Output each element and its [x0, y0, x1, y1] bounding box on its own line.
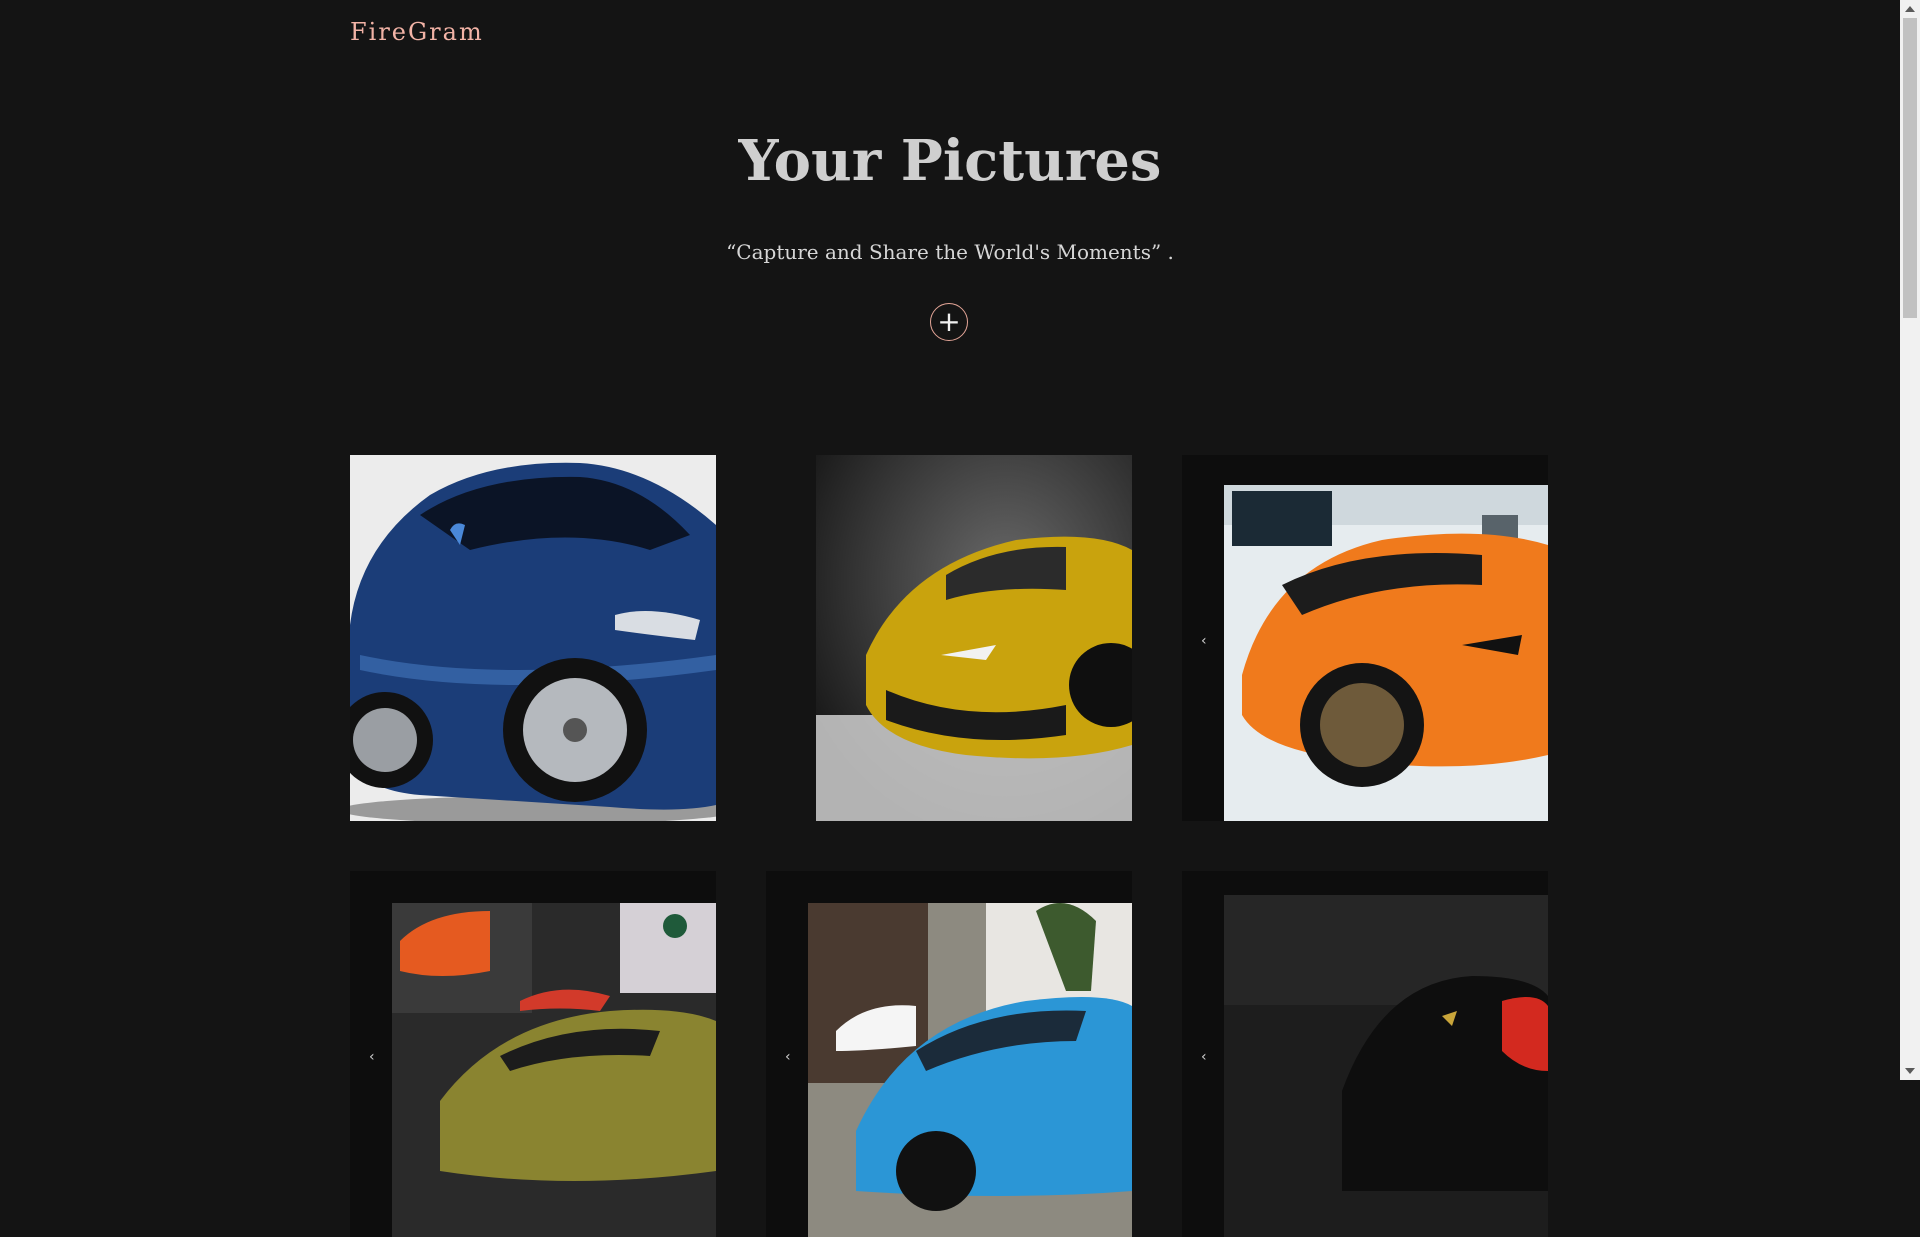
- photo-tile-blue-supercar[interactable]: ‹: [766, 871, 1132, 1237]
- scroll-down-icon[interactable]: [1905, 1068, 1915, 1074]
- brand-logo[interactable]: FireGram: [350, 18, 484, 46]
- photo-tile-covered-car[interactable]: ‹: [1182, 871, 1548, 1237]
- photo-image: ‹: [1182, 455, 1548, 821]
- scroll-up-icon[interactable]: [1905, 6, 1915, 12]
- page-title: Your Pictures: [738, 128, 1162, 194]
- upload-button[interactable]: +: [930, 303, 968, 341]
- svg-text:‹: ‹: [1201, 1049, 1207, 1065]
- photo-tile-blue-sedan[interactable]: [350, 455, 716, 821]
- svg-text:‹: ‹: [785, 1049, 791, 1065]
- photo-image: ‹: [766, 871, 1132, 1237]
- photo-image: ‹: [1182, 871, 1548, 1237]
- photo-image: ‹: [350, 871, 716, 1237]
- page-subtitle: “Capture and Share the World's Moments” …: [726, 240, 1174, 264]
- photo-tile-olive-supercar[interactable]: ‹: [350, 871, 716, 1237]
- photo-image: [766, 455, 1132, 821]
- vertical-scrollbar[interactable]: [1900, 0, 1920, 1080]
- photo-image: [350, 455, 716, 821]
- page: FireGram Your Pictures “Capture and Shar…: [0, 0, 1900, 1237]
- photo-tile-orange-supercar[interactable]: ‹: [1182, 455, 1548, 821]
- svg-text:‹: ‹: [369, 1049, 375, 1065]
- photo-tile-yellow-supercar[interactable]: [766, 455, 1132, 821]
- photo-grid: ‹ ‹ ‹ ‹: [350, 455, 1548, 1237]
- svg-text:‹: ‹: [1201, 633, 1207, 649]
- scrollbar-thumb[interactable]: [1903, 18, 1917, 318]
